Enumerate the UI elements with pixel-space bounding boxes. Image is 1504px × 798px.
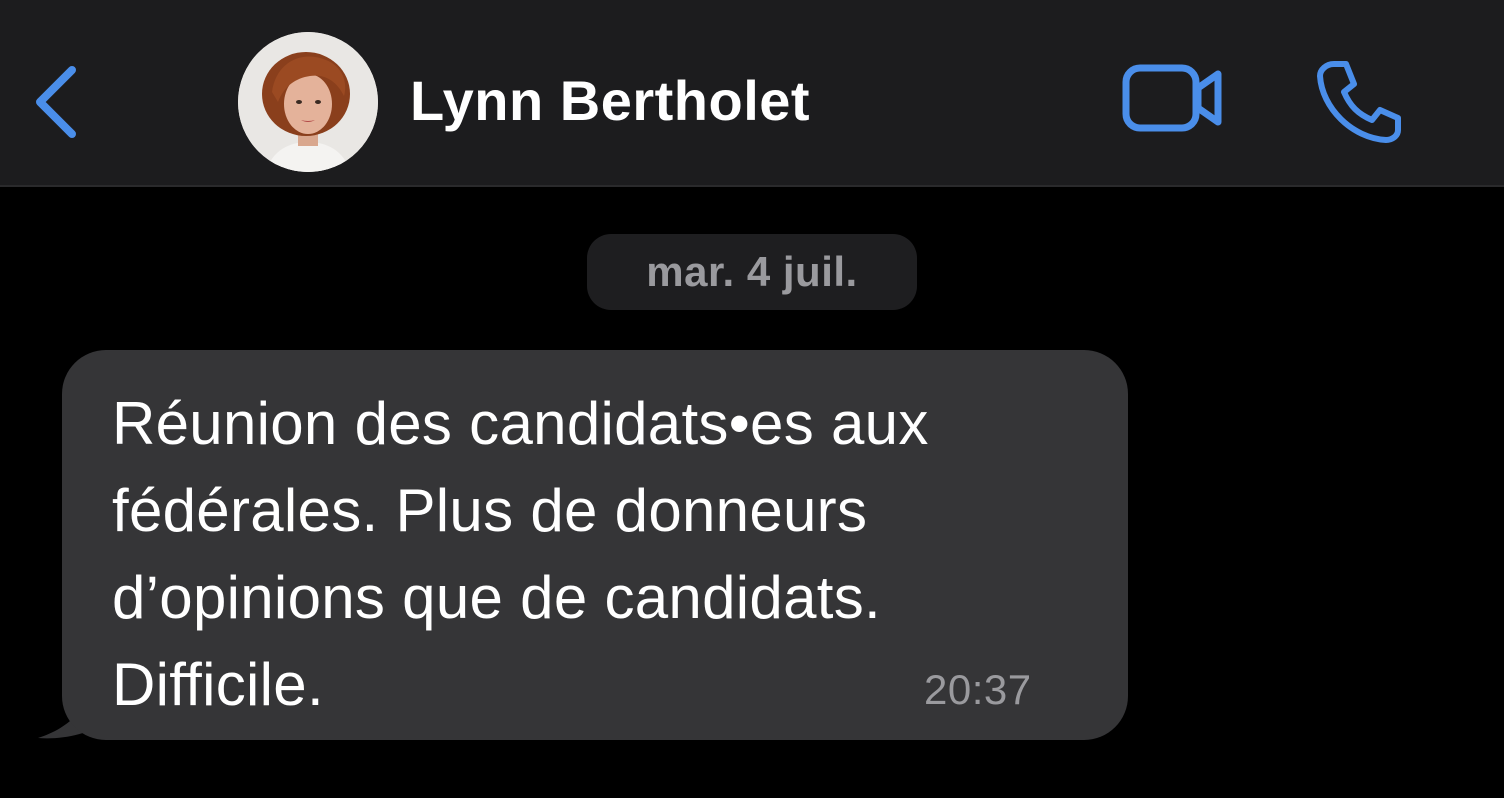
phone-icon	[1317, 61, 1401, 143]
voice-call-button[interactable]	[1312, 56, 1404, 146]
message-text: Réunion des candidats•es aux fédérales. …	[112, 380, 1012, 728]
message-timestamp: 20:37	[924, 666, 1032, 713]
avatar-image	[238, 32, 378, 172]
date-separator: mar. 4 juil.	[587, 234, 917, 310]
video-call-button[interactable]	[1118, 58, 1230, 138]
message-line: Réunion des candidats•es aux	[112, 390, 929, 457]
message-line: d’opinions que de candidats.	[112, 564, 881, 631]
chevron-left-icon	[36, 66, 76, 138]
message-bubble[interactable]: Réunion des candidats•es aux fédérales. …	[36, 350, 1128, 742]
date-separator-label: mar. 4 juil.	[646, 248, 858, 295]
contact-avatar[interactable]	[238, 32, 378, 172]
back-button[interactable]	[26, 58, 86, 148]
chat-header: Lynn Bertholet	[0, 0, 1504, 187]
contact-name[interactable]: Lynn Bertholet	[410, 68, 810, 133]
message-line: fédérales. Plus de donneurs	[112, 477, 868, 544]
message-line: Difficile.	[112, 651, 324, 718]
video-camera-icon	[1122, 64, 1222, 132]
